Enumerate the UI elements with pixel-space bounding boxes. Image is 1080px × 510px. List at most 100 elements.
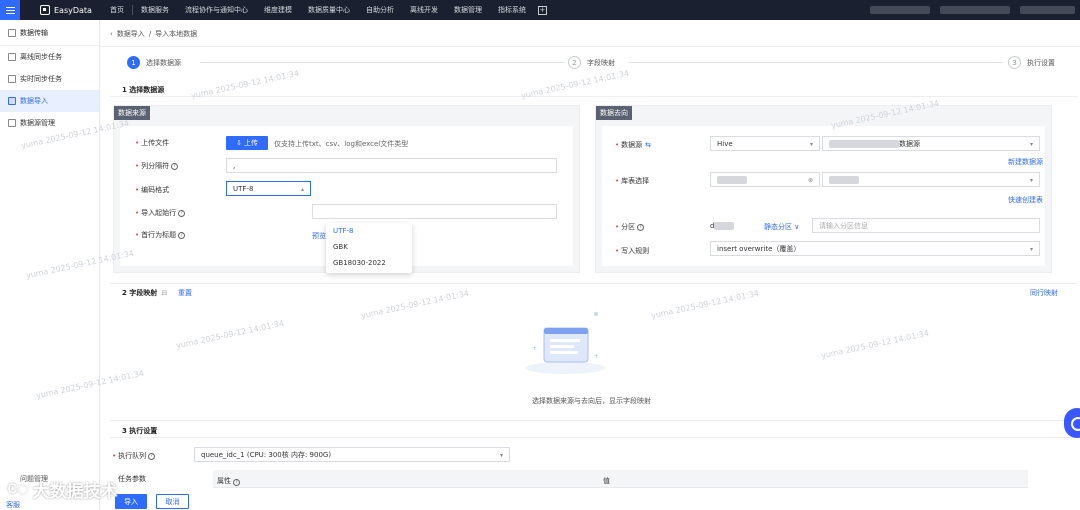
encoding-option-gb18030[interactable]: GB18030-2022	[326, 255, 412, 271]
divider	[110, 283, 1078, 284]
sidebar-item-datasource-manage[interactable]: 数据源管理	[0, 112, 99, 134]
encoding-dropdown: UTF-8 GBK GB18030-2022	[326, 223, 412, 273]
datasource-label: • 数据源 ⇆	[615, 141, 652, 149]
import-button[interactable]: 导入	[115, 494, 147, 509]
divider	[110, 96, 1078, 97]
sidebar-item-offline-sync[interactable]: 离线同步任务	[0, 46, 99, 68]
cancel-button[interactable]: 取消	[156, 494, 189, 509]
step-indicator: 1 选择数据源 2 字段映射 3 执行设置	[100, 56, 1080, 76]
svg-text:+: +	[532, 345, 537, 352]
step-1: 1 选择数据源	[127, 56, 181, 69]
section-3-title: 3 执行设置	[122, 427, 158, 435]
nav-self-analysis[interactable]: 自助分析	[358, 0, 402, 20]
blurred-text	[829, 175, 859, 184]
divider	[110, 420, 1078, 421]
queue-label: • 执行队列?	[112, 451, 156, 461]
sidebar-item-data-import[interactable]: 数据导入	[0, 90, 99, 112]
header-label: • 首行为标题?	[135, 230, 186, 240]
swap-icon: ⇆	[645, 141, 652, 149]
partition-input[interactable]: 请输入分区信息	[812, 218, 1040, 233]
reset-link[interactable]: 重置	[178, 288, 192, 298]
sidebar: 数据传输 离线同步任务 实时同步任务 数据导入 数据源管理 问题管理 客服	[0, 20, 100, 510]
clear-icon[interactable]: ⊗	[808, 177, 813, 184]
breadcrumb-parent[interactable]: 数据导入	[117, 29, 145, 39]
help-icon: ?	[171, 162, 179, 170]
upload-button[interactable]: ⇩ 上传	[226, 136, 268, 150]
brand-logo[interactable]: EasyData	[40, 5, 92, 15]
sidebar-title: 数据传输	[0, 20, 99, 46]
target-panel-head: 数据去向	[596, 106, 632, 120]
encoding-option-utf8[interactable]: UTF-8	[326, 223, 412, 239]
main-content: ‹ 数据导入 / 导入本地数据 1 选择数据源 2 字段映射 3 执行设置 1 …	[100, 20, 1080, 510]
brand-name: EasyData	[54, 5, 92, 15]
start-row-label: • 导入起始行?	[135, 208, 186, 218]
chevron-down-icon: ▾	[499, 452, 503, 459]
delimiter-input[interactable]: ,	[226, 158, 557, 173]
nav-metrics[interactable]: 指标系统	[490, 0, 534, 20]
chevron-down-icon: ▾	[1029, 246, 1033, 253]
col-attr-header: 属性?	[217, 476, 240, 486]
encoding-select[interactable]: UTF-8 ▴	[226, 181, 311, 196]
breadcrumb-separator: /	[148, 30, 152, 38]
step-connector	[628, 62, 1003, 63]
channel-watermark: Ꮯ◌ 大数据技术	[8, 482, 118, 502]
chevron-down-icon: ▾	[809, 141, 813, 148]
help-icon: ?	[148, 452, 156, 460]
preview-link[interactable]: 预览	[312, 231, 326, 241]
datasource-select[interactable]: 数据源 ▾	[822, 136, 1040, 151]
same-row-map-link[interactable]: 同行映射	[1030, 288, 1058, 298]
help-icon: ?	[178, 209, 186, 217]
write-rule-select[interactable]: insert overwrite（覆盖） ▾	[710, 241, 1040, 256]
partition-label: • 分区?	[615, 222, 645, 232]
task-params-table-head: 属性? 值	[213, 470, 1028, 488]
start-row-input[interactable]	[312, 204, 557, 219]
chevron-left-icon[interactable]: ‹	[110, 30, 113, 38]
section-2-title: 2 字段映射 ⊟	[122, 289, 168, 297]
transfer-icon	[8, 28, 16, 37]
nav-offline-dev[interactable]: 离线开发	[402, 0, 446, 20]
help-icon: ?	[178, 231, 186, 239]
blurred-text	[714, 222, 735, 230]
database-select[interactable]: ⊗	[710, 172, 820, 187]
blurred-text	[717, 175, 747, 184]
blurred-user-info	[870, 6, 930, 14]
nav-dimension-modeling[interactable]: 维度建模	[256, 0, 300, 20]
nav-data-management[interactable]: 数据管理	[446, 0, 490, 20]
step-3: 3 执行设置	[1008, 56, 1055, 69]
nav-workflow[interactable]: 流程协作与通知中心	[177, 0, 256, 20]
import-icon	[8, 97, 16, 105]
breadcrumb: ‹ 数据导入 / 导入本地数据	[110, 29, 197, 39]
encoding-option-gbk[interactable]: GBK	[326, 239, 412, 255]
partition-key: d	[710, 222, 735, 230]
chevron-down-icon: ▾	[1029, 177, 1033, 184]
divider	[110, 437, 1078, 438]
static-partition-toggle[interactable]: 静态分区 ∨	[764, 222, 799, 232]
svg-text:+: +	[594, 353, 599, 360]
quick-create-table-link[interactable]: 快速创建表	[1008, 195, 1043, 205]
new-datasource-link[interactable]: 新建数据源	[1008, 157, 1043, 167]
queue-select[interactable]: queue_idc_1 (CPU: 300核 内存: 900G) ▾	[194, 447, 510, 462]
delimiter-label: • 列分隔符?	[135, 161, 179, 171]
sidebar-item-realtime-sync[interactable]: 实时同步任务	[0, 68, 99, 90]
assistant-float-button[interactable]	[1064, 408, 1080, 438]
nav-home[interactable]: 首页	[102, 0, 132, 20]
menu-toggle-button[interactable]	[0, 0, 20, 20]
caret-up-icon: ▴	[300, 186, 304, 193]
breadcrumb-current: 导入本地数据	[155, 30, 198, 38]
empty-data-illustration-icon: + +	[525, 312, 605, 374]
doc-icon	[8, 75, 16, 83]
add-tab-icon[interactable]: +	[537, 5, 547, 15]
datasource-type-select[interactable]: Hive ▾	[710, 136, 820, 151]
blurred-user-info	[1020, 6, 1075, 14]
task-params-label: 任务参数	[118, 475, 146, 483]
chevron-down-icon: ▾	[1029, 141, 1033, 148]
easydata-logo-icon	[40, 5, 50, 15]
doc-icon	[8, 53, 16, 61]
nav-data-service[interactable]: 数据服务	[133, 0, 177, 20]
help-icon: ?	[233, 479, 240, 486]
table-select[interactable]: ▾	[822, 172, 1040, 187]
lock-icon: ⊟	[161, 289, 168, 297]
hamburger-icon	[5, 9, 15, 11]
encoding-label: • 编码格式	[135, 186, 170, 194]
nav-data-quality[interactable]: 数据质量中心	[300, 0, 358, 20]
